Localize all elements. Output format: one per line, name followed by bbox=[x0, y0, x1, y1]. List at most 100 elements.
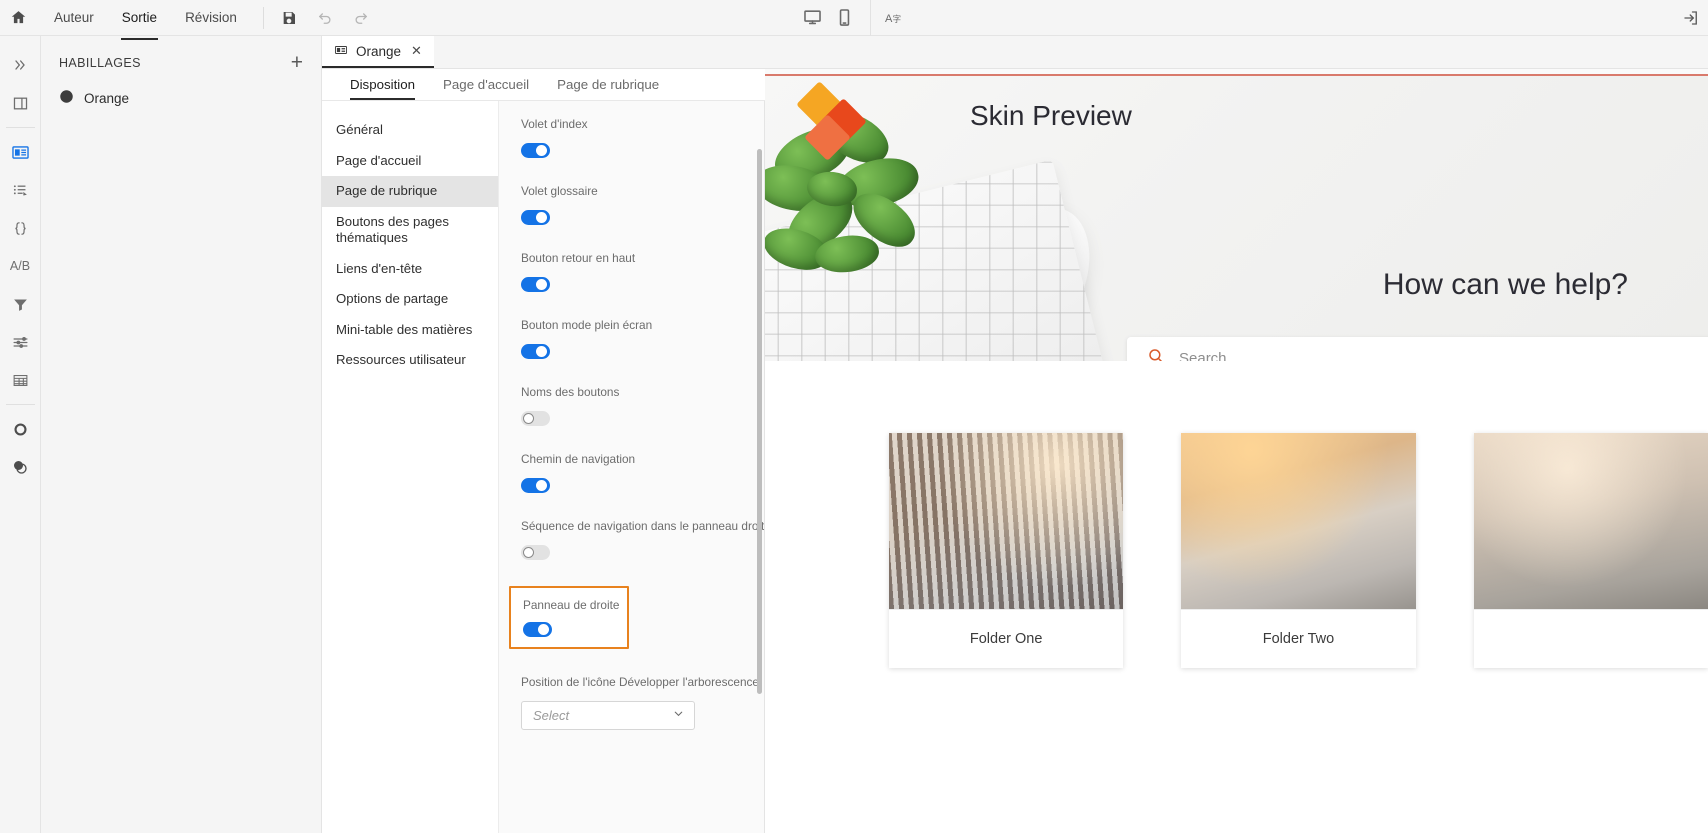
folder-card-two[interactable]: Folder Two bbox=[1181, 433, 1416, 668]
top-toolbar: Auteur Sortie Révision A 字 bbox=[0, 0, 1708, 40]
toggle-knob bbox=[536, 346, 547, 357]
folder-card-one[interactable]: Folder One bbox=[889, 433, 1124, 668]
toolbar-actions bbox=[276, 7, 372, 29]
folder-card-label: Folder Two bbox=[1262, 631, 1335, 647]
toggle-volet-glossaire[interactable] bbox=[521, 210, 550, 225]
publish-icon[interactable] bbox=[0, 410, 41, 448]
toggle-sequence-navigation[interactable] bbox=[521, 545, 550, 560]
toggle-bouton-mode-plein-ecran[interactable] bbox=[521, 344, 550, 359]
globe-icon bbox=[59, 89, 74, 107]
settings-nav-list: Général Page d'accueil Page de rubrique … bbox=[322, 101, 499, 833]
preview-search-bar[interactable]: Search... bbox=[1127, 337, 1708, 361]
rail-divider-2 bbox=[5, 404, 35, 405]
translate-icon[interactable]: A字 bbox=[885, 7, 907, 29]
add-skin-button[interactable]: + bbox=[291, 52, 303, 73]
properties-pane: Volet d'index Volet glossaire Bouton ret… bbox=[499, 101, 765, 833]
menu-item-revision[interactable]: Révision bbox=[171, 4, 251, 31]
folder-card-image bbox=[1473, 433, 1708, 609]
editor-body: Disposition Page d'accueil Page de rubri… bbox=[322, 69, 1708, 833]
preview-frame: Skin Preview How can we help? Search... bbox=[765, 74, 1708, 833]
variables-icon[interactable] bbox=[0, 209, 41, 247]
skin-list-item-label: Orange bbox=[84, 90, 130, 106]
document-tab-orange[interactable]: Orange ✕ bbox=[322, 36, 434, 68]
save-icon[interactable] bbox=[278, 7, 300, 29]
nav-item-general[interactable]: Général bbox=[322, 115, 498, 146]
toolbar-center-actions: A字 bbox=[0, 0, 1708, 36]
tab-disposition[interactable]: Disposition bbox=[336, 69, 429, 100]
settings-sliders-icon[interactable] bbox=[0, 323, 41, 361]
desktop-preview-icon[interactable] bbox=[802, 7, 824, 29]
search-icon bbox=[1147, 347, 1165, 361]
toggle-noms-des-boutons[interactable] bbox=[521, 411, 550, 426]
main-body: A/B HABILLAGES + Orange Orange ✕ Disposi… bbox=[0, 36, 1708, 833]
nav-item-page-de-rubrique[interactable]: Page de rubrique bbox=[322, 176, 498, 207]
skin-list-item-orange[interactable]: Orange bbox=[41, 83, 321, 113]
nav-item-mini-table-des-matieres[interactable]: Mini-table des matières bbox=[322, 315, 498, 346]
preview-hero-title: Skin Preview bbox=[970, 100, 1132, 131]
toolbar-divider-2 bbox=[869, 0, 871, 36]
ab-test-icon[interactable]: A/B bbox=[0, 247, 41, 285]
toc-icon[interactable] bbox=[0, 171, 41, 209]
close-tab-icon[interactable]: ✕ bbox=[411, 43, 422, 59]
select-value: Select bbox=[533, 708, 570, 723]
menu-item-sortie[interactable]: Sortie bbox=[108, 4, 171, 40]
tab-page-de-rubrique[interactable]: Page de rubrique bbox=[543, 69, 673, 100]
property-label: Volet glossaire bbox=[521, 184, 598, 198]
toggle-knob bbox=[523, 547, 534, 558]
folder-card-label: Folder One bbox=[969, 631, 1043, 647]
skins-icon[interactable] bbox=[0, 133, 41, 171]
nav-item-liens-den-tete[interactable]: Liens d'en-tête bbox=[322, 254, 498, 285]
skins-panel-title: HABILLAGES bbox=[59, 55, 141, 70]
undo-icon[interactable] bbox=[314, 7, 336, 29]
property-panneau-de-droite: Panneau de droite bbox=[509, 586, 629, 649]
chevron-down-icon bbox=[672, 707, 685, 725]
nav-item-boutons-pages-thematiques[interactable]: Boutons des pages thématiques bbox=[322, 207, 498, 254]
property-label: Position de l'icône Développer l'arbores… bbox=[521, 675, 759, 689]
tab-page-daccueil[interactable]: Page d'accueil bbox=[429, 69, 543, 100]
nav-item-page-daccueil[interactable]: Page d'accueil bbox=[322, 146, 498, 177]
nav-item-ressources-utilisateur[interactable]: Ressources utilisateur bbox=[322, 345, 498, 376]
select-position-icone[interactable]: Select bbox=[521, 701, 695, 730]
table-icon[interactable] bbox=[0, 361, 41, 399]
exit-icon[interactable] bbox=[1680, 7, 1702, 29]
settings-column: Disposition Page d'accueil Page de rubri… bbox=[322, 69, 765, 833]
toggle-knob bbox=[536, 279, 547, 290]
preview-help-title: How can we help? bbox=[1382, 268, 1628, 301]
property-label: Bouton retour en haut bbox=[521, 251, 636, 265]
expand-rail-icon[interactable] bbox=[0, 46, 41, 84]
home-icon[interactable] bbox=[0, 9, 36, 26]
property-bouton-retour-en-haut: Bouton retour en haut bbox=[499, 251, 764, 292]
svg-text:字: 字 bbox=[892, 14, 900, 24]
diamond-logo bbox=[796, 81, 875, 161]
folder-card-label bbox=[1474, 610, 1708, 668]
editor-area: Orange ✕ Disposition Page d'accueil Page… bbox=[322, 36, 1708, 833]
properties-scrollbar[interactable] bbox=[757, 149, 762, 694]
skin-tab-icon bbox=[334, 43, 348, 60]
settings-panes: Général Page d'accueil Page de rubrique … bbox=[322, 101, 765, 833]
toggle-volet-dindex[interactable] bbox=[521, 143, 550, 158]
toggle-knob bbox=[536, 212, 547, 223]
toggle-panneau-de-droite[interactable] bbox=[523, 622, 552, 637]
folder-card-three[interactable] bbox=[1473, 433, 1708, 668]
preview-folder-cards: Folder One Folder Two bbox=[765, 361, 1708, 668]
toggle-knob bbox=[538, 624, 549, 635]
toggle-chemin-de-navigation[interactable] bbox=[521, 478, 550, 493]
menu-item-auteur[interactable]: Auteur bbox=[40, 4, 108, 31]
property-sequence-navigation-panneau-droit: Séquence de navigation dans le panneau d… bbox=[499, 519, 764, 560]
skins-panel: HABILLAGES + Orange bbox=[41, 36, 322, 833]
property-chemin-de-navigation: Chemin de navigation bbox=[499, 452, 764, 493]
overlay-icon[interactable] bbox=[0, 448, 41, 486]
property-label: Noms des boutons bbox=[521, 385, 620, 399]
layout-icon[interactable] bbox=[0, 84, 41, 122]
folder-card-image bbox=[1181, 433, 1416, 609]
toolbar-right bbox=[1680, 0, 1702, 36]
mobile-preview-icon[interactable] bbox=[834, 7, 856, 29]
nav-item-options-de-partage[interactable]: Options de partage bbox=[322, 284, 498, 315]
toggle-bouton-retour-en-haut[interactable] bbox=[521, 277, 550, 292]
folder-card-image bbox=[889, 433, 1124, 609]
redo-icon[interactable] bbox=[350, 7, 372, 29]
settings-subtabs: Disposition Page d'accueil Page de rubri… bbox=[322, 69, 765, 101]
document-tab-label: Orange bbox=[356, 43, 402, 59]
device-preview-group bbox=[802, 7, 856, 29]
filter-icon[interactable] bbox=[0, 285, 41, 323]
